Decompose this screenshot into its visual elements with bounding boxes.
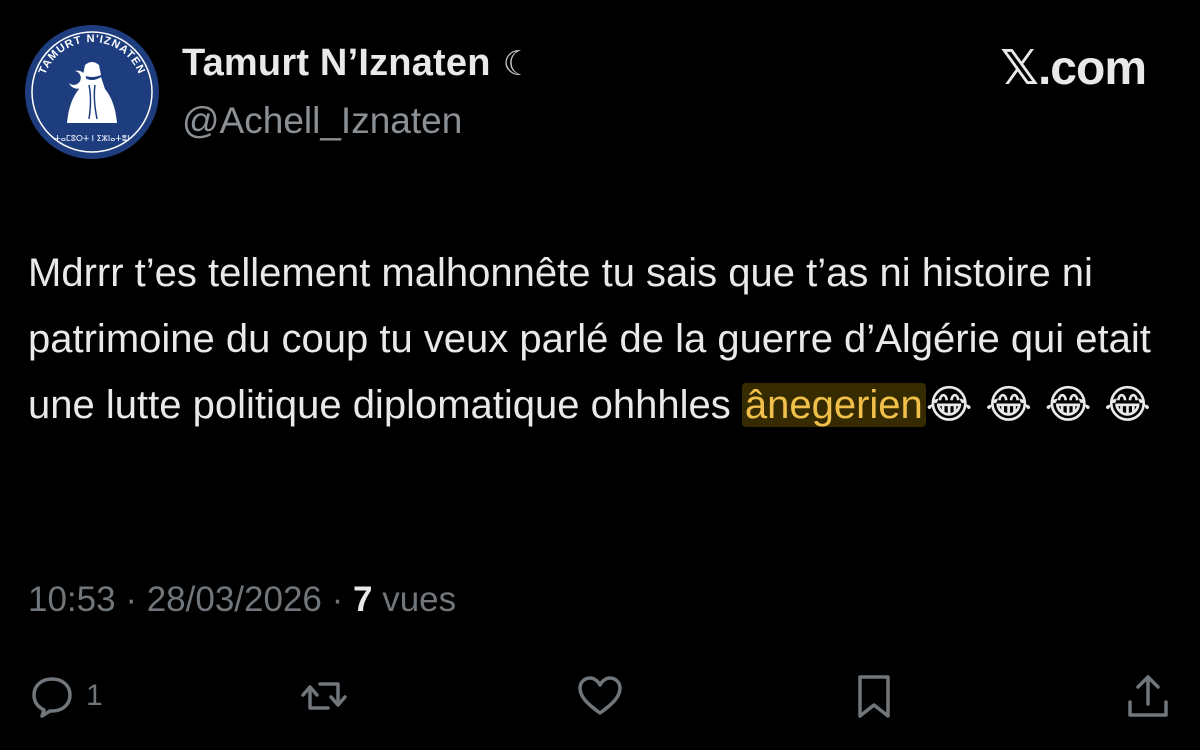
tweet-text: Mdrrr t’es tellement malhonnête tu sais … — [28, 240, 1178, 438]
author-handle[interactable]: @Achell_Iznaten — [182, 100, 462, 142]
bookmark-icon — [858, 675, 890, 718]
reply-button[interactable]: 1 — [28, 668, 103, 724]
views-count: 7 — [352, 580, 373, 619]
retweet-icon — [301, 682, 347, 710]
tweet-date[interactable]: 28/03/2026 — [147, 580, 322, 619]
meta-separator: · — [115, 580, 147, 619]
like-button[interactable] — [576, 668, 624, 724]
share-icon — [1128, 675, 1168, 717]
tweet-time[interactable]: 10:53 — [28, 580, 116, 619]
reply-count: 1 — [86, 679, 103, 712]
retweet-button[interactable] — [300, 668, 348, 724]
action-bar: 1 — [28, 668, 1174, 724]
share-button[interactable] — [1124, 668, 1172, 724]
meta-separator: · — [321, 580, 353, 619]
x-logo: 𝕏.com — [1000, 42, 1147, 95]
crescent-moon-icon: ☾ — [502, 44, 534, 83]
avatar-logo-icon: TAMURT N'IZNATEN ⵜⴰⵎⵓⵔⵜ ⵏ ⵉⵣⵏⴰⵜⴻⵏ — [25, 25, 159, 159]
tweet-meta: 10:53 · 28/03/2026 · 7 vues — [28, 580, 456, 620]
views-label: vues — [382, 580, 457, 619]
like-icon — [578, 676, 622, 715]
author-name-row[interactable]: Tamurt N’Iznaten ☾ — [182, 42, 533, 85]
reply-icon — [32, 677, 72, 718]
svg-text:ⵜⴰⵎⵓⵔⵜ ⵏ ⵉⵣⵏⴰⵜⴻⵏ: ⵜⴰⵎⵓⵔⵜ ⵏ ⵉⵣⵏⴰⵜⴻⵏ — [55, 134, 130, 143]
avatar[interactable]: TAMURT N'IZNATEN ⵜⴰⵎⵓⵔⵜ ⵏ ⵉⵣⵏⴰⵜⴻⵏ — [25, 25, 159, 159]
bookmark-button[interactable] — [850, 668, 898, 724]
laughing-emojis: 😂 😂 😂 😂 — [925, 382, 1151, 428]
author-display-name[interactable]: Tamurt N’Iznaten — [182, 42, 491, 85]
highlighted-word: ânegerien — [741, 383, 926, 427]
